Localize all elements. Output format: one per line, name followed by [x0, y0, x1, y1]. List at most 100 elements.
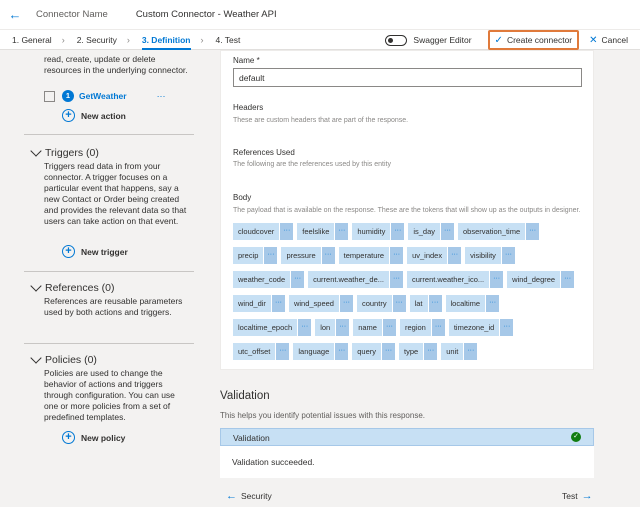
- more-icon[interactable]: ···: [390, 247, 404, 264]
- triggers-title: Triggers (0): [45, 147, 99, 159]
- more-icon[interactable]: ···: [500, 319, 514, 336]
- token-chip[interactable]: current.weather_ico... ···: [407, 271, 504, 288]
- previous-step-link[interactable]: ← Security: [222, 490, 272, 502]
- token-label: current.weather_ico...: [407, 271, 490, 288]
- more-icon[interactable]: ···: [157, 91, 166, 101]
- token-chip[interactable]: cloudcover ···: [233, 223, 294, 240]
- token-chip[interactable]: current.weather_de... ···: [308, 271, 403, 288]
- new-action-button[interactable]: + New action: [62, 109, 126, 122]
- cancel-button[interactable]: ✕ Cancel: [589, 35, 628, 46]
- token-chip[interactable]: unit ···: [441, 343, 478, 360]
- swagger-editor-toggle[interactable]: [385, 34, 408, 46]
- token-label: is_day: [408, 223, 441, 240]
- new-policy-button[interactable]: + New policy: [62, 431, 125, 444]
- headers-description: These are custom headers that are part o…: [233, 117, 409, 124]
- validation-header[interactable]: Validation ✓: [220, 428, 594, 446]
- more-icon[interactable]: ···: [391, 223, 405, 240]
- token-chip[interactable]: timezone_id ···: [448, 319, 514, 336]
- left-panel: read, create, update or delete resources…: [0, 50, 208, 507]
- token-row: utc_offset ··· language ··· query ··· type ··· u…: [233, 343, 573, 360]
- new-trigger-label: New trigger: [81, 246, 128, 257]
- token-chip[interactable]: localtime ···: [445, 295, 500, 312]
- token-chip[interactable]: temperature ···: [338, 247, 404, 264]
- more-icon[interactable]: ···: [291, 271, 305, 288]
- token-chip[interactable]: lat ···: [409, 295, 442, 312]
- action-item[interactable]: 1 GetWeather ···: [44, 90, 166, 102]
- name-input[interactable]: default: [233, 68, 582, 87]
- token-chip[interactable]: precip ···: [233, 247, 278, 264]
- token-chip[interactable]: wind_dir ···: [233, 295, 285, 312]
- more-icon[interactable]: ···: [298, 319, 312, 336]
- more-icon[interactable]: ···: [441, 223, 455, 240]
- token-chip[interactable]: region ···: [399, 319, 445, 336]
- step-security[interactable]: 2. Security: [65, 30, 121, 50]
- references-header[interactable]: References (0): [30, 280, 190, 294]
- more-icon[interactable]: ···: [382, 343, 396, 360]
- validation-subtitle: This helps you identify potential issues…: [220, 411, 425, 420]
- token-chip[interactable]: weather_code ···: [233, 271, 305, 288]
- token-chip[interactable]: utc_offset ···: [233, 343, 290, 360]
- more-icon[interactable]: ···: [392, 295, 406, 312]
- token-chip[interactable]: uv_index ···: [407, 247, 462, 264]
- token-chip[interactable]: wind_speed ···: [288, 295, 353, 312]
- policies-description: Policies are used to change the behavior…: [44, 368, 175, 422]
- action-name[interactable]: GetWeather: [79, 91, 127, 101]
- token-chip[interactable]: language ···: [293, 343, 349, 360]
- more-icon[interactable]: ···: [431, 319, 445, 336]
- connector-name-value[interactable]: Custom Connector - Weather API: [136, 9, 277, 20]
- more-icon[interactable]: ···: [321, 247, 335, 264]
- triggers-header[interactable]: Triggers (0): [30, 145, 190, 159]
- step-test[interactable]: 4. Test: [204, 30, 245, 50]
- token-chip[interactable]: country ···: [356, 295, 406, 312]
- token-chip[interactable]: query ···: [352, 343, 396, 360]
- token-chip[interactable]: name ···: [353, 319, 396, 336]
- create-connector-button[interactable]: ✓ Create connector: [487, 30, 580, 50]
- token-chip[interactable]: feelslike ···: [297, 223, 349, 240]
- response-card: Name * default Headers These are custom …: [220, 50, 594, 370]
- token-chip[interactable]: visibility ···: [465, 247, 515, 264]
- more-icon[interactable]: ···: [424, 343, 438, 360]
- action-checkbox[interactable]: [44, 90, 55, 102]
- more-icon[interactable]: ···: [486, 295, 500, 312]
- next-step-link[interactable]: Test →: [562, 490, 597, 502]
- more-icon[interactable]: ···: [526, 223, 540, 240]
- token-label: uv_index: [407, 247, 448, 264]
- token-label: timezone_id: [448, 319, 500, 336]
- policies-section: Policies (0) Policies are used to change…: [30, 352, 190, 423]
- more-icon[interactable]: ···: [335, 343, 349, 360]
- more-icon[interactable]: ···: [276, 343, 290, 360]
- more-icon[interactable]: ···: [264, 247, 278, 264]
- cancel-label: Cancel: [601, 35, 628, 45]
- more-icon[interactable]: ···: [490, 271, 504, 288]
- more-icon[interactable]: ···: [428, 295, 442, 312]
- more-icon[interactable]: ···: [382, 319, 396, 336]
- more-icon[interactable]: ···: [448, 247, 462, 264]
- more-icon[interactable]: ···: [501, 247, 515, 264]
- token-chip[interactable]: is_day ···: [408, 223, 455, 240]
- more-icon[interactable]: ···: [390, 271, 403, 288]
- more-icon[interactable]: ···: [336, 319, 350, 336]
- new-trigger-button[interactable]: + New trigger: [62, 245, 128, 258]
- token-label: country: [356, 295, 392, 312]
- more-icon[interactable]: ···: [339, 295, 353, 312]
- token-label: current.weather_de...: [308, 271, 389, 288]
- more-icon[interactable]: ···: [561, 271, 575, 288]
- token-chip[interactable]: wind_degree ···: [507, 271, 575, 288]
- token-chip[interactable]: pressure ···: [281, 247, 335, 264]
- validation-message: Validation succeeded.: [220, 446, 594, 478]
- back-arrow-icon[interactable]: ←: [0, 7, 30, 22]
- token-chip[interactable]: humidity ···: [352, 223, 405, 240]
- step-general[interactable]: 1. General: [0, 30, 56, 50]
- token-chip[interactable]: observation_time ···: [458, 223, 540, 240]
- more-icon[interactable]: ···: [271, 295, 285, 312]
- wizard-steps: 1. General › 2. Security › 3. Definition › …: [0, 30, 640, 50]
- token-chip[interactable]: type ···: [399, 343, 438, 360]
- more-icon[interactable]: ···: [335, 223, 349, 240]
- step-definition[interactable]: 3. Definition: [130, 30, 195, 50]
- arrow-right-icon: →: [581, 490, 593, 502]
- more-icon[interactable]: ···: [280, 223, 294, 240]
- token-chip[interactable]: lon ···: [315, 319, 350, 336]
- token-chip[interactable]: localtime_epoch ···: [233, 319, 312, 336]
- policies-header[interactable]: Policies (0): [30, 352, 190, 366]
- more-icon[interactable]: ···: [464, 343, 478, 360]
